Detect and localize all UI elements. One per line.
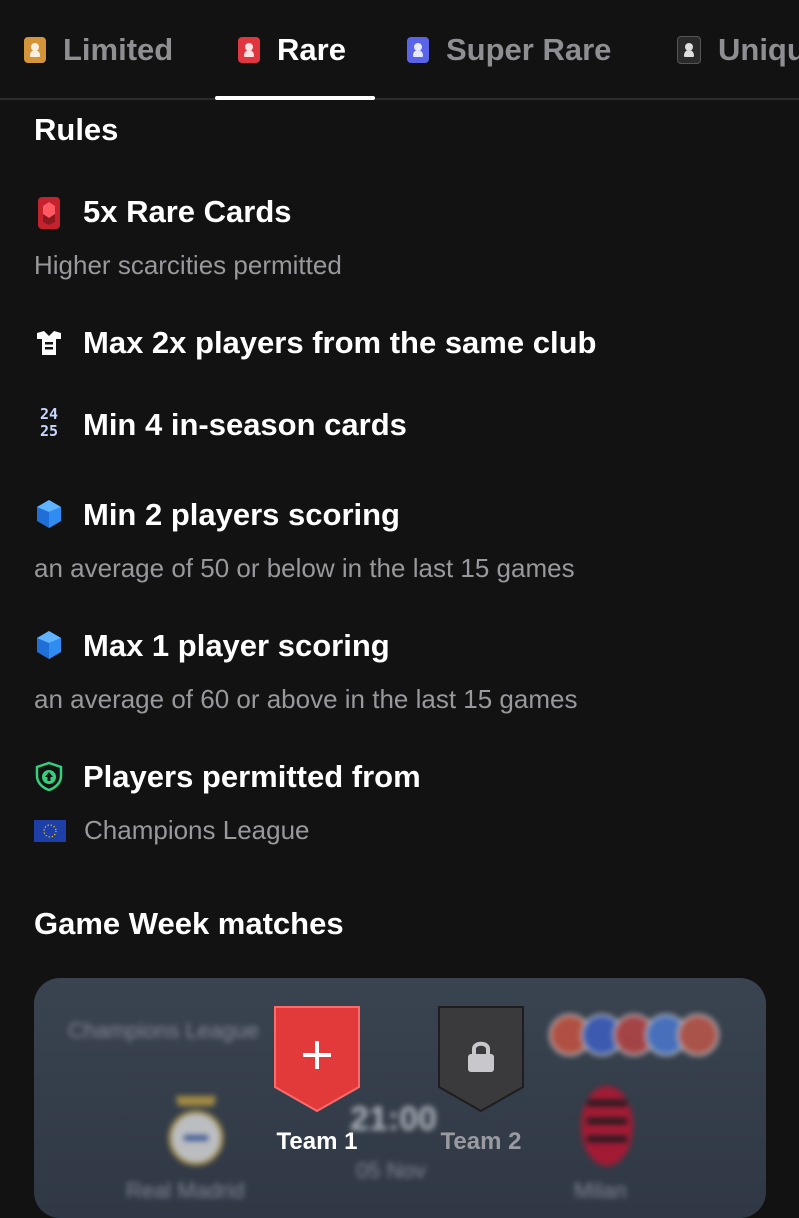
season-icon-top-text: 24 — [39, 405, 59, 423]
rule-in-season-title: Min 4 in-season cards — [83, 407, 407, 442]
team-1-slot[interactable]: Team 1 — [262, 1003, 372, 1156]
away-team-name: Milan — [574, 1178, 627, 1203]
tab-unique-label: Unique — [718, 32, 799, 67]
player-avatars — [549, 1014, 719, 1056]
match-competition: Champions League — [68, 1018, 259, 1043]
rule-permitted-from-title: Players permitted from — [83, 759, 421, 794]
avatar — [677, 1014, 719, 1056]
match-card[interactable]: Champions League 21:00 05 Nov Real Madri… — [34, 978, 766, 1218]
active-tab-indicator — [215, 96, 375, 100]
game-week-heading: Game Week matches — [34, 906, 344, 941]
tab-super-rare[interactable]: Super Rare — [407, 28, 611, 72]
tab-rare[interactable]: Rare — [238, 28, 346, 72]
super-rare-card-icon — [407, 37, 429, 63]
tab-super-rare-label: Super Rare — [446, 32, 612, 67]
permitted-league: Champions League — [34, 815, 310, 846]
rule-min-scoring-subtitle: an average of 50 or below in the last 15… — [34, 553, 575, 583]
team-2-slot[interactable]: Team 2 — [426, 1003, 536, 1156]
blue-gem-icon — [37, 500, 61, 528]
rule-max-scoring-title: Max 1 player scoring — [83, 628, 390, 663]
team-2-label: Team 2 — [440, 1128, 522, 1155]
season-24-25-icon: 24 25 — [34, 406, 64, 442]
rule-same-club-title: Max 2x players from the same club — [83, 325, 597, 360]
eu-flag-icon — [34, 819, 66, 842]
season-icon-bottom-text: 25 — [39, 422, 59, 440]
tab-limited[interactable]: Limited — [24, 28, 173, 72]
tab-rare-label: Rare — [277, 32, 346, 67]
unique-card-icon — [677, 36, 701, 64]
rule-max-scoring-subtitle: an average of 60 or above in the last 15… — [34, 684, 578, 714]
jersey-icon — [37, 331, 61, 355]
rule-rare-cards-title: 5x Rare Cards — [83, 194, 292, 229]
rules-heading: Rules — [34, 112, 119, 147]
rare-card-icon — [38, 197, 60, 229]
tab-limited-label: Limited — [63, 32, 174, 67]
real-madrid-crest-icon — [168, 1096, 224, 1166]
milan-crest-icon — [581, 1086, 633, 1166]
blue-gem-icon — [37, 631, 61, 659]
rare-card-icon — [238, 37, 260, 63]
team-1-label: Team 1 — [276, 1128, 358, 1155]
rule-min-scoring-title: Min 2 players scoring — [83, 497, 400, 532]
home-team-name: Real Madrid — [126, 1178, 245, 1203]
scarcity-tabs: Limited Rare Super Rare Unique — [0, 0, 799, 100]
tab-unique[interactable]: Unique — [677, 28, 799, 72]
team-2-shield — [438, 1006, 524, 1113]
rule-rare-cards-subtitle: Higher scarcities permitted — [34, 250, 342, 280]
league-name: Champions League — [84, 815, 310, 845]
match-card-blurred-content: Champions League 21:00 05 Nov Real Madri… — [34, 978, 766, 1218]
limited-card-icon — [24, 37, 46, 63]
team-1-shield — [274, 1006, 360, 1113]
match-date: 05 Nov — [356, 1158, 426, 1183]
shield-arrow-up-icon — [35, 761, 63, 791]
